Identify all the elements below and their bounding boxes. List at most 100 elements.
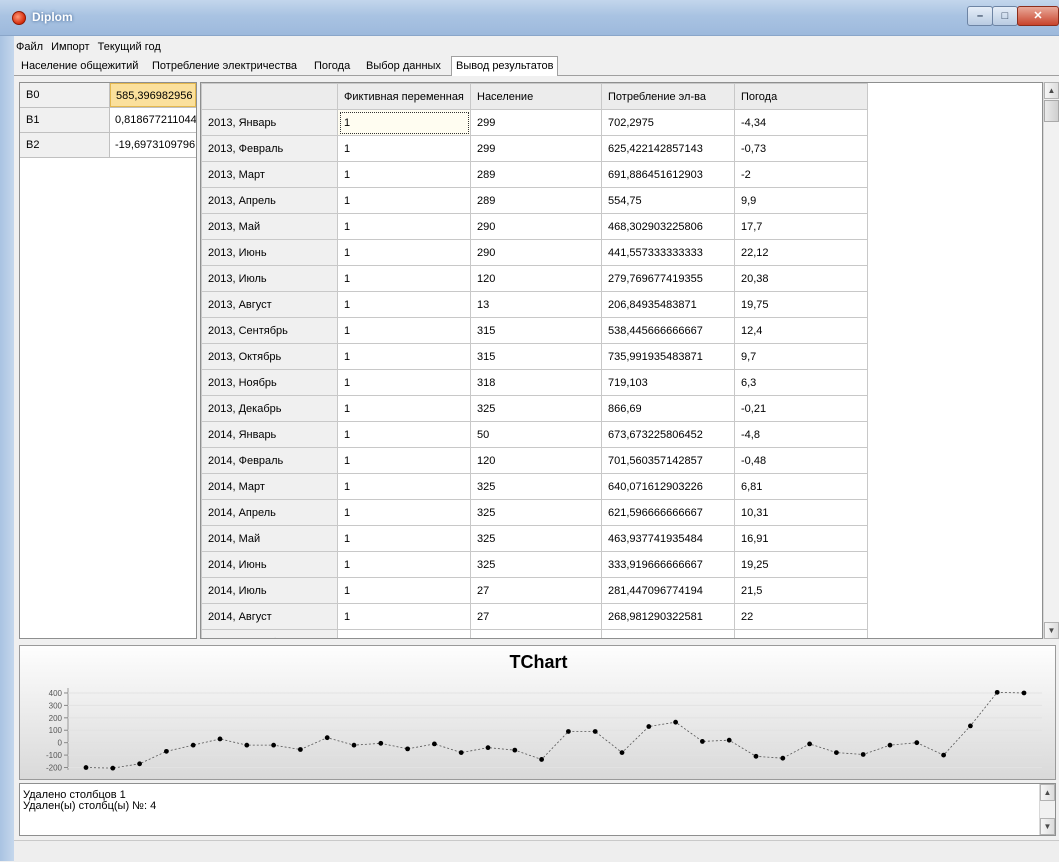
row-header[interactable]: 2013, Октябрь — [201, 343, 338, 370]
table-cell[interactable]: -4,8 — [734, 421, 868, 448]
table-cell[interactable]: 463,937741935484 — [601, 525, 735, 552]
row-header[interactable]: 2013, Ноябрь — [201, 369, 338, 396]
table-cell[interactable]: 299 — [470, 109, 602, 136]
data-point[interactable] — [458, 750, 464, 756]
table-cell[interactable]: 206,84935483871 — [601, 291, 735, 318]
table-cell[interactable]: 20,38 — [734, 265, 868, 292]
table-cell[interactable]: -0,21 — [734, 395, 868, 422]
data-point[interactable] — [217, 736, 223, 742]
table-cell[interactable]: 1 — [337, 551, 471, 578]
table-row[interactable]: 2013, Январь 1 299 702,2975 -4,34 — [201, 109, 868, 136]
table-cell[interactable]: 13 — [470, 291, 602, 318]
table-row[interactable]: 2013, Июль 1 120 279,769677419355 20,38 — [201, 265, 868, 292]
data-point[interactable] — [164, 748, 169, 754]
table-cell[interactable]: 347 — [470, 629, 602, 638]
table-cell[interactable]: 50 — [470, 421, 602, 448]
row-header[interactable]: 2014, Июль — [201, 577, 338, 604]
table-cell[interactable]: 325 — [470, 551, 602, 578]
scroll-thumb[interactable] — [1044, 100, 1059, 122]
row-header[interactable]: 2013, Январь — [201, 109, 338, 136]
maximize-button[interactable]: □ — [992, 6, 1018, 26]
menu-current-year[interactable]: Текущий год — [96, 38, 164, 56]
table-row[interactable]: 2013, Июнь 1 290 441,557333333333 22,12 — [201, 239, 868, 266]
table-cell[interactable]: 719,103 — [601, 369, 735, 396]
data-point[interactable] — [324, 735, 330, 741]
data-point[interactable] — [780, 755, 786, 761]
data-point[interactable] — [110, 765, 116, 771]
data-point[interactable] — [968, 723, 973, 729]
data-point[interactable] — [432, 741, 437, 747]
table-cell[interactable]: 120 — [470, 447, 602, 474]
table-cell[interactable]: 554,75 — [601, 187, 735, 214]
table-cell[interactable]: -4,34 — [734, 109, 868, 136]
table-cell[interactable]: 1 — [337, 343, 471, 370]
table-row[interactable]: 2014, Июнь 1 325 333,919666666667 19,25 — [201, 551, 868, 578]
table-row[interactable]: 2014, Январь 1 50 673,673225806452 -4,8 — [201, 421, 868, 448]
table-cell[interactable]: 27 — [470, 603, 602, 630]
table-cell[interactable]: 12,4 — [734, 317, 868, 344]
table-cell[interactable]: 1 — [337, 629, 471, 638]
table-row[interactable]: 2014, Сентябрь1347471,46566666666715,29 — [201, 629, 868, 638]
grid-scrollbar[interactable]: ▲ ▼ — [1043, 82, 1059, 639]
row-header[interactable]: 2014, Июнь — [201, 551, 338, 578]
table-cell[interactable]: 1 — [337, 239, 471, 266]
table-cell[interactable]: 625,422142857143 — [601, 135, 735, 162]
tab-weather[interactable]: Погода — [311, 58, 353, 75]
table-cell[interactable]: 1 — [337, 473, 471, 500]
table-cell[interactable]: 19,25 — [734, 551, 868, 578]
coef-row-b0[interactable]: B0 585,396982956 — [20, 83, 196, 108]
table-cell[interactable]: 325 — [470, 395, 602, 422]
data-point[interactable] — [137, 761, 142, 767]
table-cell[interactable]: 281,447096774194 — [601, 577, 735, 604]
table-cell[interactable]: 289 — [470, 187, 602, 214]
data-point[interactable] — [190, 742, 196, 748]
row-header[interactable]: 2014, Январь — [201, 421, 338, 448]
table-cell[interactable]: 702,2975 — [601, 109, 735, 136]
close-button[interactable]: ✕ — [1017, 6, 1059, 26]
minimize-button[interactable]: – — [967, 6, 993, 26]
table-cell[interactable]: 325 — [470, 499, 602, 526]
row-header[interactable]: 2014, Март — [201, 473, 338, 500]
table-cell[interactable]: 1 — [337, 135, 471, 162]
table-cell[interactable]: 1 — [337, 421, 471, 448]
table-cell[interactable]: 1 — [337, 213, 471, 240]
data-point[interactable] — [994, 689, 1000, 695]
data-point[interactable] — [378, 740, 384, 746]
table-cell[interactable]: 290 — [470, 239, 602, 266]
table-row[interactable]: 2014, Июль 1 27 281,447096774194 21,5 — [201, 577, 868, 604]
row-header[interactable]: 2014, Сентябрь — [201, 629, 338, 638]
table-cell[interactable]: 6,3 — [734, 369, 868, 396]
table-cell[interactable]: 1 — [337, 161, 471, 188]
row-header[interactable]: 2013, Июнь — [201, 239, 338, 266]
table-cell[interactable]: 1 — [337, 447, 471, 474]
coef-value[interactable]: 0,818677211044 — [110, 108, 196, 132]
table-cell[interactable]: -2 — [734, 161, 868, 188]
data-point[interactable] — [700, 739, 705, 744]
table-row[interactable]: 2013, Ноябрь 1 318 719,103 6,3 — [201, 369, 868, 396]
menu-file[interactable]: Файл — [14, 38, 46, 56]
table-row[interactable]: 2013, Сентябрь 1 315 538,445666666667 12,4 — [201, 317, 868, 344]
table-row[interactable]: 2014, Апрель 1 325 621,596666666667 10,31 — [201, 499, 868, 526]
data-point[interactable] — [566, 729, 571, 734]
column-header[interactable]: Потребление эл-ва — [601, 83, 735, 110]
table-cell[interactable]: 10,31 — [734, 499, 868, 526]
table-row[interactable]: 2013, Август 1 13 206,84935483871 19,75 — [201, 291, 868, 318]
table-cell[interactable]: 640,071612903226 — [601, 473, 735, 500]
table-cell[interactable]: 318 — [470, 369, 602, 396]
tab-results[interactable]: Вывод результатов — [451, 56, 559, 76]
table-cell[interactable]: 1 — [337, 187, 471, 214]
row-header[interactable]: 2013, Декабрь — [201, 395, 338, 422]
table-cell[interactable]: 866,69 — [601, 395, 735, 422]
table-cell[interactable]: 621,596666666667 — [601, 499, 735, 526]
table-row[interactable]: 2014, Август 1 27 268,981290322581 22 — [201, 603, 868, 630]
table-cell[interactable]: 15,29 — [734, 629, 868, 638]
table-cell[interactable]: 9,9 — [734, 187, 868, 214]
row-header[interactable]: 2014, Август — [201, 603, 338, 630]
table-row[interactable]: 2014, Февраль 1 120 701,560357142857 -0,48 — [201, 447, 868, 474]
column-header[interactable]: Фиктивная переменная — [337, 83, 471, 110]
tab-data-selection[interactable]: Выбор данных — [363, 58, 444, 75]
row-header[interactable]: 2013, Февраль — [201, 135, 338, 162]
data-point[interactable] — [914, 740, 920, 746]
data-point[interactable] — [941, 752, 946, 758]
data-point[interactable] — [244, 742, 250, 748]
